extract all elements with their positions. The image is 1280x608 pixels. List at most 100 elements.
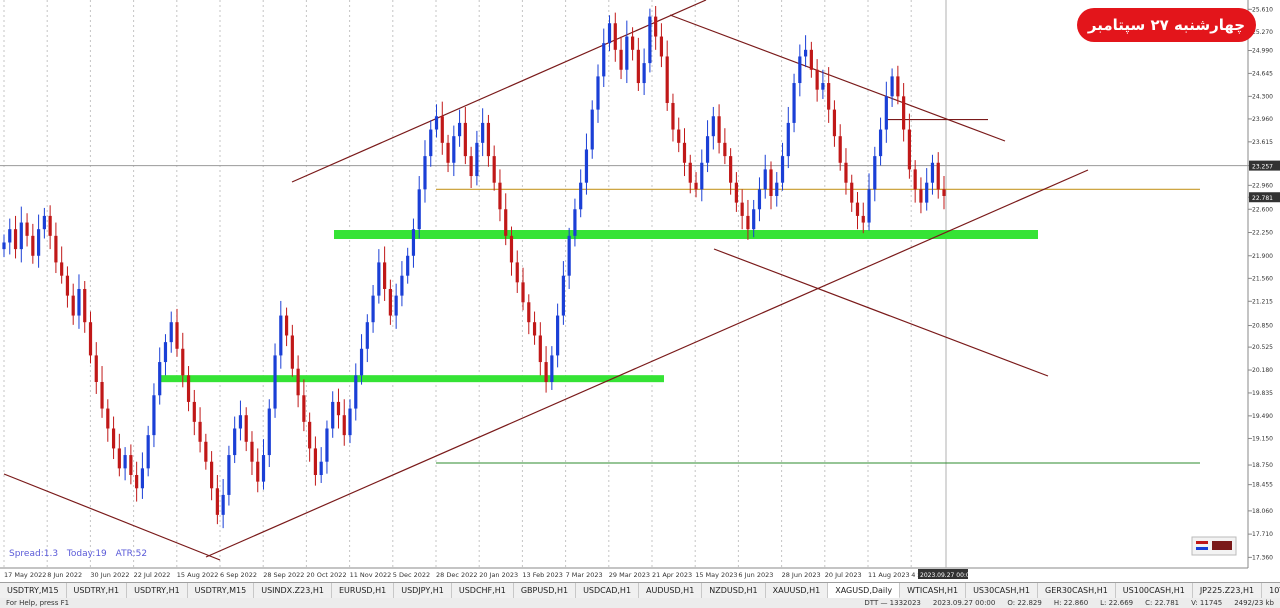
candle-body <box>602 43 606 77</box>
candle-body <box>123 455 127 469</box>
candle-body <box>625 36 629 70</box>
tab-xagusd-daily[interactable]: XAGUSD,Daily <box>828 583 901 599</box>
candle-body <box>475 142 479 177</box>
x-tick-label: 29 Mar 2023 <box>609 571 650 579</box>
y-tick-label: 19.490 <box>1252 413 1273 420</box>
candle-body <box>884 96 888 130</box>
x-tick-label: 20 Oct 2022 <box>306 571 346 579</box>
candle-body <box>313 448 318 475</box>
candle-body <box>665 56 669 103</box>
y-tick-label: 22.960 <box>1252 182 1273 189</box>
y-tick-label: 18.060 <box>1252 508 1273 515</box>
candle-body <box>694 182 698 190</box>
candle-body <box>354 375 358 409</box>
date-marker-label: 2023.09.27 00:00 <box>920 572 974 579</box>
y-tick-label: 21.560 <box>1252 275 1273 282</box>
x-tick-label: 20 Jul 2023 <box>825 571 862 579</box>
candle-body <box>284 315 289 336</box>
status-high: H: 22.860 <box>1053 599 1089 607</box>
candle-body <box>215 488 219 515</box>
x-tick-label: 15 Aug 2022 <box>177 571 219 579</box>
tab-usdtry-h1[interactable]: USDTRY,H1 <box>67 583 128 599</box>
y-tick-label: 18.750 <box>1252 462 1273 469</box>
candle-body <box>890 76 894 97</box>
candle-body <box>786 122 790 157</box>
tab-xauusd-h1[interactable]: XAUUSD,H1 <box>766 583 829 599</box>
candle-body <box>158 362 162 396</box>
candle-body <box>256 461 260 482</box>
y-tick-label: 21.215 <box>1252 298 1273 305</box>
candle-body <box>227 455 231 495</box>
candle-body <box>308 421 312 449</box>
candle-body <box>342 415 346 436</box>
tab-usdchf-h1[interactable]: USDCHF,H1 <box>452 583 514 599</box>
candle-body <box>855 202 860 216</box>
status-net: 2492/23 kb <box>1234 599 1274 607</box>
candle-body <box>573 209 577 236</box>
candle-body <box>65 275 70 296</box>
candle-body <box>752 209 756 230</box>
candle-body <box>273 355 277 409</box>
tab-jp225-z23-h1[interactable]: JP225.Z23,H1 <box>1193 583 1263 599</box>
tab-usindx-z23-h1[interactable]: USINDX.Z23,H1 <box>254 583 332 599</box>
candle-body <box>492 156 496 183</box>
indicator-icon-bar <box>1212 541 1232 550</box>
tab-usdcad-h1[interactable]: USDCAD,H1 <box>576 583 640 599</box>
candle-body <box>705 136 710 163</box>
candle-body <box>838 136 842 163</box>
atr-label: ATR:52 <box>115 549 148 559</box>
candle-body <box>383 262 387 289</box>
status-volume: V: 11745 <box>1191 599 1223 607</box>
candle-body <box>244 415 248 442</box>
candle-body <box>411 229 416 256</box>
status-help: For Help, press F1 <box>6 599 70 607</box>
tab-eurusd-h1[interactable]: EURUSD,H1 <box>332 583 395 599</box>
y-tick-label: 19.835 <box>1252 390 1273 397</box>
candle-body <box>919 189 923 203</box>
y-tick-label: 17.360 <box>1252 554 1273 561</box>
candle-body <box>377 262 381 296</box>
candle-body <box>31 235 35 256</box>
tab-usdjpy-h1[interactable]: USDJPY,H1 <box>394 583 452 599</box>
tab-nzdusd-h1[interactable]: NZDUSD,H1 <box>702 583 766 599</box>
candle-body <box>325 428 329 462</box>
candle-body <box>146 435 150 469</box>
status-dtt: DTT — 1332023 <box>864 599 921 607</box>
candle-body <box>902 96 906 130</box>
y-tick-label: 20.525 <box>1252 344 1273 351</box>
candle-body <box>729 156 733 183</box>
x-tick-label: 20 Jan 2023 <box>479 571 518 579</box>
tab-audusd-h1[interactable]: AUDUSD,H1 <box>639 583 703 599</box>
tab-gbpusd-h1[interactable]: GBPUSD,H1 <box>514 583 577 599</box>
candle-body <box>406 255 410 276</box>
candle-body <box>734 182 738 203</box>
candle-body <box>348 408 352 436</box>
tab-usdtry-m15[interactable]: USDTRY,M15 <box>0 583 67 599</box>
y-tick-label: 24.645 <box>1252 70 1273 77</box>
x-tick-label: 17 May 2022 <box>4 571 46 579</box>
candle-body <box>757 189 762 210</box>
price-chart[interactable]: 17 May 2022 8 Jun 2022 30 Jun 2022 22 Jul 2… <box>0 0 1280 608</box>
tab-usdtry-h1[interactable]: USDTRY,H1 <box>127 583 188 599</box>
status-low: L: 22.669 <box>1100 599 1134 607</box>
candle-body <box>267 408 271 456</box>
tab-usdtry-m15[interactable]: USDTRY,M15 <box>188 583 255 599</box>
tab-wticash-h1[interactable]: WTICASH,H1 <box>900 583 967 599</box>
tab-us30cash-h1[interactable]: US30CASH,H1 <box>966 583 1038 599</box>
y-tick-label: 17.710 <box>1252 531 1273 538</box>
candle-body <box>936 162 940 190</box>
candle-body <box>48 215 52 236</box>
tab-ger30cash-h1[interactable]: GER30CASH,H1 <box>1038 583 1116 599</box>
candle-body <box>504 209 508 236</box>
candle-body <box>515 262 519 283</box>
candle-body <box>913 169 917 190</box>
status-open: O: 22.829 <box>1007 599 1042 607</box>
candle-body <box>878 129 883 157</box>
tab-us100cash-h1[interactable]: US100CASH,H1 <box>1116 583 1193 599</box>
candle-body <box>809 49 813 70</box>
tab-10tbill-z23-h1[interactable]: 10TBILL.Z23,H1 <box>1262 583 1280 599</box>
x-tick-label: 28 Sep 2022 <box>263 571 304 579</box>
candle-body <box>827 83 831 110</box>
candle-body <box>556 315 560 356</box>
chart-background <box>0 0 1280 582</box>
